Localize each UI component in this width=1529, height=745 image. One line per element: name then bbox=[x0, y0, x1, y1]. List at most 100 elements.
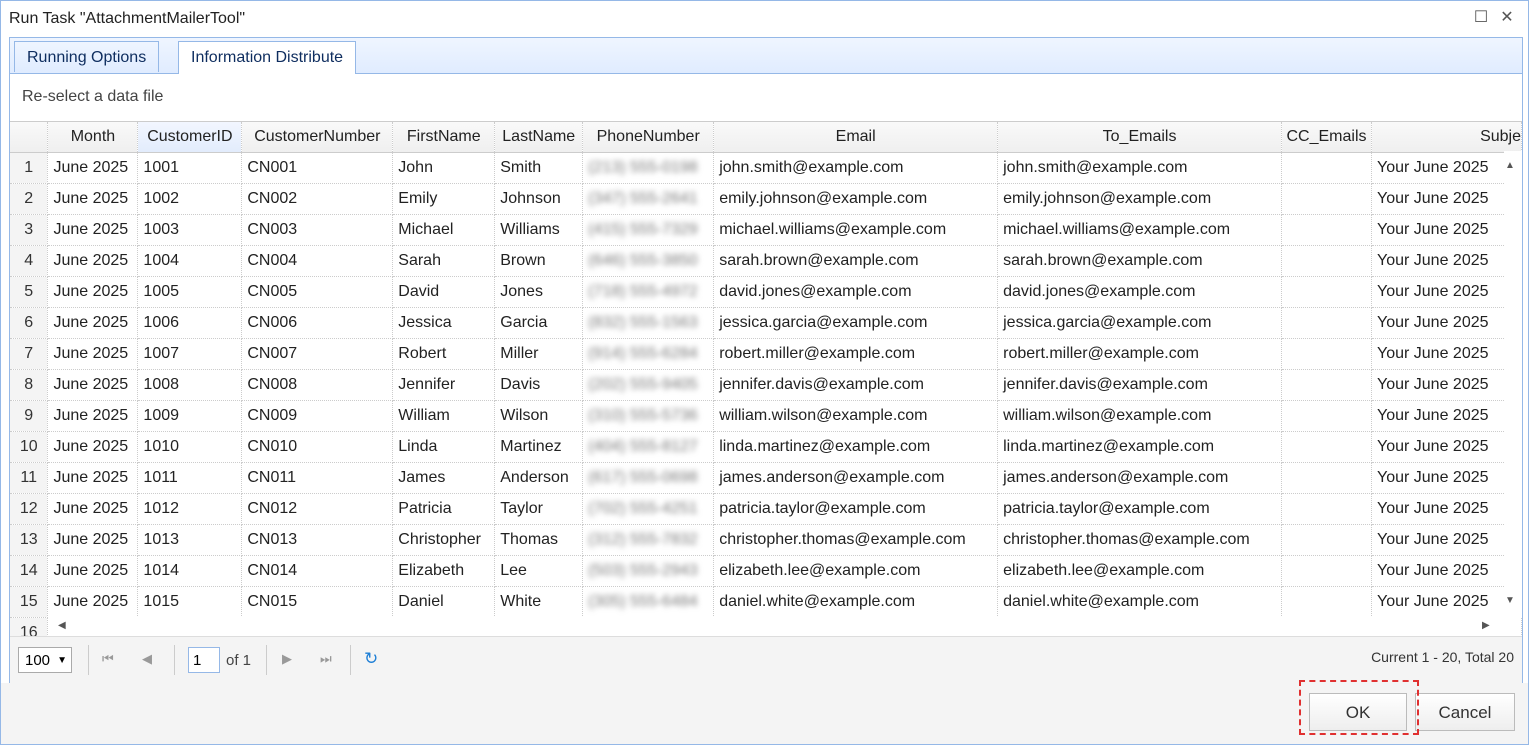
table-cell[interactable] bbox=[1281, 524, 1372, 556]
table-cell[interactable]: CN011 bbox=[241, 462, 394, 494]
table-cell[interactable]: CN014 bbox=[241, 555, 394, 587]
table-cell[interactable]: (702) 555-4251 bbox=[582, 493, 715, 525]
column-header[interactable]: Subje bbox=[1371, 122, 1522, 153]
table-row[interactable]: 10 June 2025 1010 CN010 Linda Martinez (404) 5… bbox=[10, 431, 1522, 463]
table-cell[interactable]: (646) 555-3850 bbox=[582, 245, 715, 277]
reselect-data-file-link[interactable]: Re-select a data file bbox=[22, 88, 163, 106]
table-cell[interactable]: elizabeth.lee@example.com bbox=[713, 555, 999, 587]
table-cell[interactable]: william.wilson@example.com bbox=[713, 400, 999, 432]
prev-page-icon[interactable]: ◀ bbox=[142, 651, 152, 667]
scroll-left-icon[interactable]: ◀ bbox=[58, 620, 66, 631]
table-cell[interactable]: Jessica bbox=[392, 307, 496, 339]
table-cell[interactable]: michael.williams@example.com bbox=[713, 214, 999, 246]
table-cell[interactable]: james.anderson@example.com bbox=[713, 462, 999, 494]
last-page-icon[interactable]: ⏭ bbox=[320, 651, 332, 667]
table-cell[interactable]: 1003 bbox=[137, 214, 243, 246]
table-cell[interactable]: Miller bbox=[494, 338, 584, 370]
table-cell[interactable]: (832) 555-1563 bbox=[582, 307, 715, 339]
first-page-icon[interactable]: ⏮ bbox=[102, 651, 114, 667]
table-cell[interactable]: June 2025 bbox=[47, 214, 139, 246]
table-cell[interactable]: Your June 2025 bbox=[1371, 152, 1522, 184]
table-cell[interactable]: 1015 bbox=[137, 586, 243, 618]
table-cell[interactable]: Williams bbox=[494, 214, 584, 246]
table-row[interactable]: 4 June 2025 1004 CN004 Sarah Brown (646) 555-3… bbox=[10, 245, 1522, 277]
table-cell[interactable] bbox=[1281, 555, 1372, 587]
table-cell[interactable]: (310) 555-5736 bbox=[582, 400, 715, 432]
table-cell[interactable]: CN012 bbox=[241, 493, 394, 525]
table-cell[interactable]: 1006 bbox=[137, 307, 243, 339]
maximize-icon[interactable]: ☐ bbox=[1473, 10, 1489, 26]
table-row[interactable]: 11 June 2025 1011 CN011 James Anderson (617) 5… bbox=[10, 462, 1522, 494]
table-cell[interactable]: (914) 555-6284 bbox=[582, 338, 715, 370]
page-size-select[interactable]: 100 ▼ bbox=[18, 647, 72, 673]
table-row[interactable]: 2 June 2025 1002 CN002 Emily Johnson (347) 555… bbox=[10, 183, 1522, 215]
table-cell[interactable]: CN010 bbox=[241, 431, 394, 463]
table-cell[interactable]: (305) 555-6484 bbox=[582, 586, 715, 618]
table-cell[interactable]: emily.johnson@example.com bbox=[997, 183, 1283, 215]
table-cell[interactable]: Johnson bbox=[494, 183, 584, 215]
table-cell[interactable]: David bbox=[392, 276, 496, 308]
table-cell[interactable]: CN006 bbox=[241, 307, 394, 339]
table-cell[interactable]: robert.miller@example.com bbox=[713, 338, 999, 370]
column-header[interactable]: FirstName bbox=[392, 122, 496, 153]
table-cell[interactable] bbox=[1281, 493, 1372, 525]
table-cell[interactable]: 1001 bbox=[137, 152, 243, 184]
table-cell[interactable]: Garcia bbox=[494, 307, 584, 339]
table-cell[interactable]: June 2025 bbox=[47, 307, 139, 339]
table-row[interactable]: 5 June 2025 1005 CN005 David Jones (718) 555-4… bbox=[10, 276, 1522, 308]
table-cell[interactable]: david.jones@example.com bbox=[997, 276, 1283, 308]
tab-information-distribute[interactable]: Information Distribute bbox=[178, 41, 357, 74]
table-row[interactable]: 9 June 2025 1009 CN009 William Wilson (310) 55… bbox=[10, 400, 1522, 432]
table-cell[interactable]: John bbox=[392, 152, 496, 184]
table-cell[interactable]: (404) 555-8127 bbox=[582, 431, 715, 463]
table-cell[interactable] bbox=[1281, 369, 1372, 401]
table-cell[interactable]: christopher.thomas@example.com bbox=[713, 524, 999, 556]
table-cell[interactable]: CN015 bbox=[241, 586, 394, 618]
table-row[interactable]: 13 June 2025 1013 CN013 Christopher Thomas (31… bbox=[10, 524, 1522, 556]
table-cell[interactable]: Lee bbox=[494, 555, 584, 587]
table-cell[interactable]: Brown bbox=[494, 245, 584, 277]
table-cell[interactable]: June 2025 bbox=[47, 183, 139, 215]
table-cell[interactable] bbox=[1281, 307, 1372, 339]
table-cell[interactable]: (503) 555-2943 bbox=[582, 555, 715, 587]
table-cell[interactable]: Your June 2025 bbox=[1371, 555, 1522, 587]
close-icon[interactable]: ✕ bbox=[1499, 10, 1515, 26]
table-cell[interactable]: Your June 2025 bbox=[1371, 431, 1522, 463]
table-cell[interactable]: 1002 bbox=[137, 183, 243, 215]
table-cell[interactable]: CN001 bbox=[241, 152, 394, 184]
table-cell[interactable]: June 2025 bbox=[47, 431, 139, 463]
column-header[interactable]: To_Emails bbox=[997, 122, 1283, 153]
table-cell[interactable]: sarah.brown@example.com bbox=[997, 245, 1283, 277]
table-cell[interactable]: jessica.garcia@example.com bbox=[997, 307, 1283, 339]
table-cell[interactable]: June 2025 bbox=[47, 462, 139, 494]
table-cell[interactable]: 1013 bbox=[137, 524, 243, 556]
table-row[interactable]: 14 June 2025 1014 CN014 Elizabeth Lee (503) 55… bbox=[10, 555, 1522, 587]
table-cell[interactable] bbox=[1281, 431, 1372, 463]
table-cell[interactable]: Your June 2025 bbox=[1371, 493, 1522, 525]
table-cell[interactable]: linda.martinez@example.com bbox=[997, 431, 1283, 463]
table-cell[interactable]: Taylor bbox=[494, 493, 584, 525]
table-cell[interactable] bbox=[1281, 214, 1372, 246]
table-cell[interactable]: 1009 bbox=[137, 400, 243, 432]
table-cell[interactable] bbox=[1281, 338, 1372, 370]
table-cell[interactable]: Your June 2025 bbox=[1371, 338, 1522, 370]
table-cell[interactable]: June 2025 bbox=[47, 400, 139, 432]
table-cell[interactable]: elizabeth.lee@example.com bbox=[997, 555, 1283, 587]
column-header[interactable]: CustomerID bbox=[137, 122, 243, 153]
table-cell[interactable] bbox=[1281, 245, 1372, 277]
table-cell[interactable]: jessica.garcia@example.com bbox=[713, 307, 999, 339]
table-cell[interactable] bbox=[1281, 183, 1372, 215]
table-cell[interactable]: Michael bbox=[392, 214, 496, 246]
scroll-up-icon[interactable]: ▲ bbox=[1505, 160, 1515, 171]
table-cell[interactable]: 1008 bbox=[137, 369, 243, 401]
table-cell[interactable]: Martinez bbox=[494, 431, 584, 463]
table-cell[interactable]: CN009 bbox=[241, 400, 394, 432]
table-cell[interactable]: jennifer.davis@example.com bbox=[713, 369, 999, 401]
column-header[interactable]: PhoneNumber bbox=[582, 122, 715, 153]
table-cell[interactable]: (312) 555-7832 bbox=[582, 524, 715, 556]
table-cell[interactable]: emily.johnson@example.com bbox=[713, 183, 999, 215]
table-cell[interactable]: christopher.thomas@example.com bbox=[997, 524, 1283, 556]
table-cell[interactable]: Linda bbox=[392, 431, 496, 463]
scroll-down-icon[interactable]: ▼ bbox=[1505, 595, 1515, 606]
table-cell[interactable]: June 2025 bbox=[47, 524, 139, 556]
